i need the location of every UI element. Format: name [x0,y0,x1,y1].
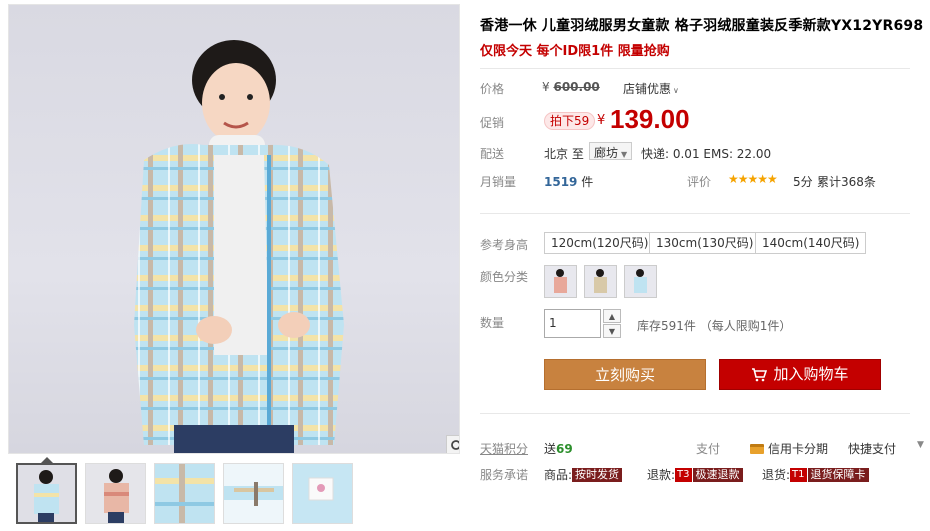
shipping-label: 配送 [480,147,505,161]
shop-discount-label: 店铺优惠 [623,82,672,96]
thumbnail-2[interactable] [85,463,146,524]
sales-unit: 件 [581,175,594,189]
color-option-1[interactable] [544,265,577,298]
service-goods-badge: 按时发货 [572,467,623,482]
promo-price: 139.00 [610,104,690,134]
main-product-image[interactable] [8,4,460,454]
service-return-tag: T1 [790,467,807,482]
promo-badge: 拍下59 [544,112,596,130]
rating-score: 5分 [793,175,813,189]
tmall-points-label[interactable]: 天猫积分 [480,440,528,457]
product-subtitle: 仅限今天 每个ID限1件 限量抢购 [480,44,670,59]
size-option-120[interactable]: 120cm(120尺码) [544,232,656,254]
service-refund-label: 退款: [647,468,676,482]
color-label: 颜色分类 [480,270,529,284]
rating-stars-icon: ★★★★★ [728,172,778,186]
cart-icon [752,367,768,381]
color-option-2[interactable] [584,265,617,298]
monthly-sales: 1519 件 [544,173,593,190]
stock-info: 库存591件 （每人限购1件） [637,319,792,333]
add-to-cart-label: 加入购物车 [773,365,849,383]
service-refund[interactable]: 退款: T3 极速退款 [647,466,743,483]
tmall-points: 送69 [544,440,573,457]
caret-down-icon: ▼ [621,150,628,159]
thumbnail-4[interactable] [223,463,284,524]
caret-down-icon: ▼ [608,326,616,336]
size-option-130[interactable]: 130cm(130尺码) [649,232,761,254]
points-prefix: 送 [544,442,557,456]
credit-installment[interactable]: 信用卡分期 [750,440,828,457]
color-option-3[interactable] [624,265,657,298]
sales-count: 1519 [544,175,578,189]
service-label: 服务承诺 [480,468,529,482]
original-price-value: 600.00 [553,80,600,94]
credit-card-icon [750,443,764,454]
thumbnail-1[interactable] [16,463,77,524]
divider [480,413,910,414]
credit-installment-label: 信用卡分期 [768,442,829,456]
quantity-decrease-button[interactable]: ▼ [603,324,621,338]
service-return-badge: 退货保障卡 [807,467,869,482]
quick-pay[interactable]: 快捷支付 [848,440,896,457]
caret-up-icon: ▲ [608,311,616,321]
service-goods[interactable]: 商品: 按时发货 [544,466,623,483]
add-to-cart-button[interactable]: 加入购物车 [719,359,881,390]
service-refund-tag: T3 [675,467,692,482]
divider [480,68,910,69]
thumbnail-5[interactable] [292,463,353,524]
quantity-input[interactable]: 1 [544,309,601,338]
shipping-destination-value: 廊坊 [594,146,619,160]
quantity-increase-button[interactable]: ▲ [603,309,621,323]
size-option-140[interactable]: 140cm(140尺码) [755,232,867,254]
shipping-from: 北京 至 [544,147,584,161]
divider [480,213,910,214]
shipping-destination-select[interactable]: 廊坊 ▼ [589,142,633,160]
rating-count-link[interactable]: 累计368条 [817,173,876,190]
service-goods-label: 商品: [544,468,573,482]
original-price: ¥ 600.00 [542,80,600,94]
chevron-down-icon: ∨ [673,86,679,95]
service-return[interactable]: 退货: T1 退货保障卡 [762,466,869,483]
shop-discount-dropdown[interactable]: 店铺优惠 ∨ [623,80,679,97]
thumbnail-3[interactable] [154,463,215,524]
price-label: 价格 [480,82,505,96]
sales-label: 月销量 [480,175,517,189]
service-refund-badge: 极速退款 [692,467,743,482]
shipping-cost: 快递: 0.01 EMS: 22.00 [641,147,772,161]
zoom-icon[interactable] [446,435,459,453]
promo-label: 促销 [480,116,505,130]
size-label: 参考身高 [480,238,529,252]
points-value: 69 [556,442,573,456]
quantity-label: 数量 [480,316,505,330]
product-photo-child-jacket [134,40,344,453]
product-title: 香港一休 儿童羽绒服男女童款 格子羽绒服童装反季新款YX12YR698 [480,18,924,34]
original-price-currency: ¥ [542,80,550,94]
caret-down-icon[interactable]: ▼ [917,440,924,450]
payment-label: 支付 [696,442,721,456]
service-return-label: 退货: [762,468,791,482]
rating-label: 评价 [687,175,712,189]
buy-now-button[interactable]: 立刻购买 [544,359,706,390]
thumbnail-strip [16,463,353,524]
promo-currency: ¥ [597,113,606,128]
